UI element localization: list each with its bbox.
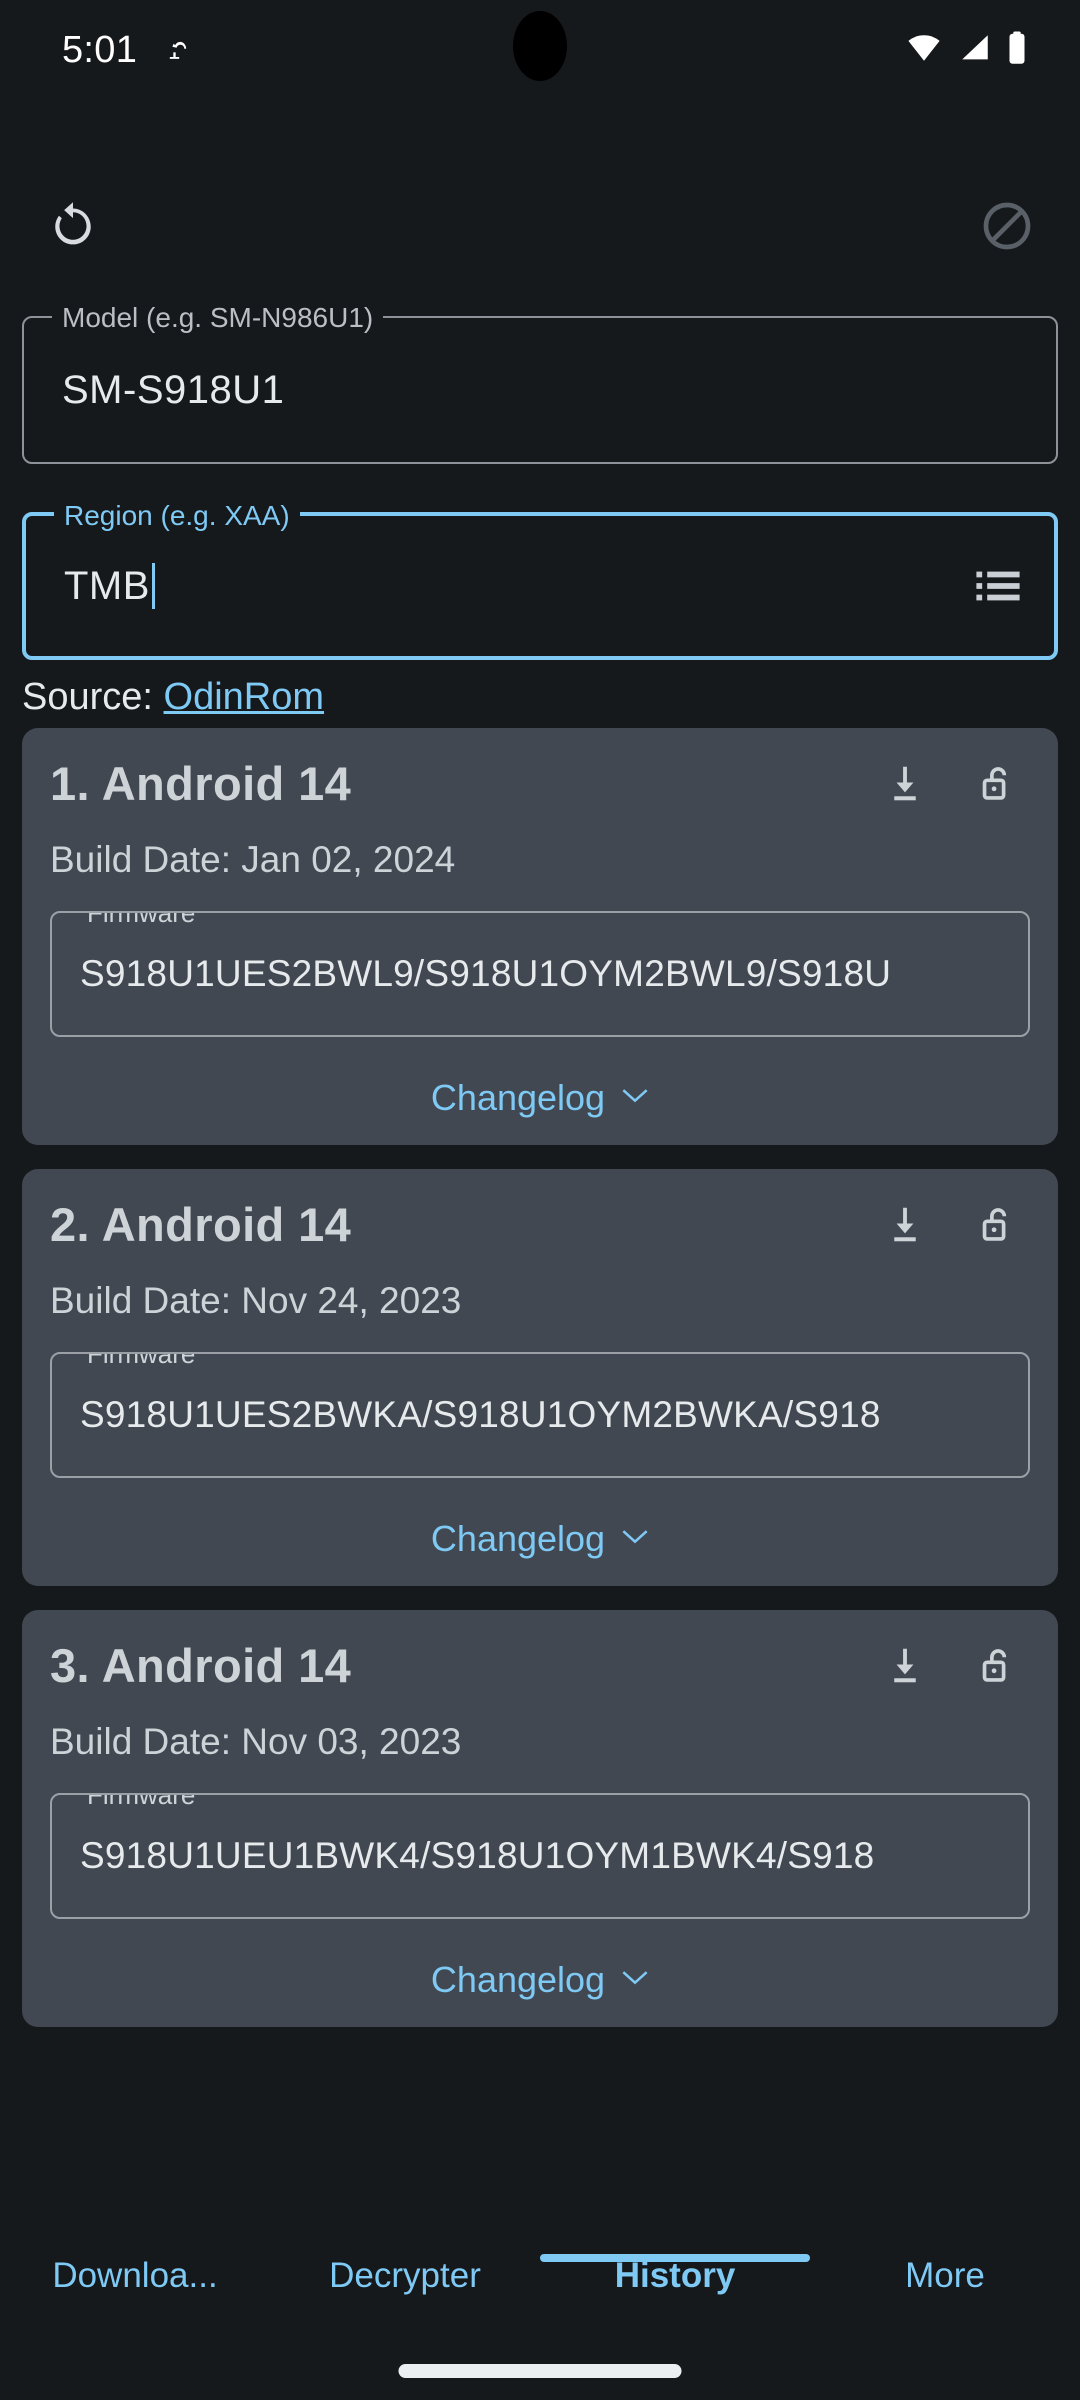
card-title: 3. Android 14: [50, 1639, 352, 1692]
unlock-icon[interactable]: [972, 759, 1022, 809]
card-header: 1. Android 14: [50, 756, 1030, 811]
chevron-down-icon: [621, 1528, 649, 1551]
card-actions: [880, 1641, 1030, 1691]
firmware-card[interactable]: 1. Android 14 Build Date: Jan 02, 2024 F…: [22, 728, 1058, 1145]
tab-label: More: [905, 2256, 985, 2295]
tab-more[interactable]: More: [810, 2228, 1080, 2296]
status-bar-time: 5:01: [62, 28, 138, 71]
firmware-field-label: Firmware: [78, 913, 205, 927]
firmware-field[interactable]: Firmware S918U1UES2BWKA/S918U1OYM2BWKA/S…: [50, 1352, 1030, 1478]
firmware-card-list[interactable]: 1. Android 14 Build Date: Jan 02, 2024 F…: [0, 728, 1080, 2228]
firmware-field[interactable]: Firmware S918U1UES2BWL9/S918U1OYM2BWL9/S…: [50, 911, 1030, 1037]
build-date: Build Date: Nov 03, 2023: [50, 1721, 462, 1762]
download-icon[interactable]: [880, 1200, 930, 1250]
tab-label: History: [614, 2256, 736, 2295]
build-date: Build Date: Jan 02, 2024: [50, 839, 456, 880]
card-actions: [880, 1200, 1030, 1250]
region-field-label: Region (e.g. XAA): [54, 501, 300, 531]
gesture-bar[interactable]: [398, 2364, 682, 2378]
changelog-toggle[interactable]: Changelog: [50, 1077, 1030, 1119]
changelog-toggle[interactable]: Changelog: [50, 1518, 1030, 1560]
tab-indicator: [540, 2254, 810, 2262]
notification-icon: [163, 35, 193, 65]
card-title: 1. Android 14: [50, 757, 352, 810]
model-field[interactable]: Model (e.g. SM-N986U1) SM-S918U1: [22, 303, 1058, 464]
tab-label: Downloa...: [52, 2256, 218, 2295]
wifi-icon: [904, 31, 944, 70]
block-icon[interactable]: [976, 195, 1038, 257]
firmware-field-label: Firmware: [78, 1354, 205, 1368]
tab-history[interactable]: History: [540, 2228, 810, 2296]
unlock-icon[interactable]: [972, 1641, 1022, 1691]
region-field[interactable]: Region (e.g. XAA) TMB: [22, 501, 1058, 660]
card-title: 2. Android 14: [50, 1198, 352, 1251]
status-bar-icons: [904, 30, 1028, 71]
changelog-label: Changelog: [430, 1518, 606, 1559]
tab-decrypter[interactable]: Decrypter: [270, 2228, 540, 2296]
refresh-icon[interactable]: [42, 195, 104, 257]
model-field-value: SM-S918U1: [62, 367, 285, 412]
text-caret: [151, 563, 155, 609]
chevron-down-icon: [621, 1969, 649, 1992]
app-screen: 5:01 Model (e.g. SM-N986U1) SM-S918U1 Re…: [0, 0, 1080, 2400]
firmware-field-value: S918U1UEU1BWK4/S918U1OYM1BWK4/S918: [80, 1835, 875, 1876]
bottom-navigation: Downloa... Decrypter History More: [0, 2228, 1080, 2400]
download-icon[interactable]: [880, 1641, 930, 1691]
list-icon[interactable]: [976, 564, 1020, 608]
model-field-label: Model (e.g. SM-N986U1): [52, 303, 384, 333]
firmware-field-label: Firmware: [78, 1795, 205, 1809]
source-row: Source: OdinRom: [0, 676, 1080, 719]
source-link[interactable]: OdinRom: [164, 676, 325, 718]
firmware-field-value: S918U1UES2BWL9/S918U1OYM2BWL9/S918U: [80, 953, 892, 994]
chevron-down-icon: [621, 1087, 649, 1110]
camera-cutout: [513, 11, 567, 81]
status-bar: 5:01: [0, 0, 1080, 100]
firmware-card[interactable]: 2. Android 14 Build Date: Nov 24, 2023 F…: [22, 1169, 1058, 1586]
tab-downloader[interactable]: Downloa...: [0, 2228, 270, 2296]
download-icon[interactable]: [880, 759, 930, 809]
card-header: 2. Android 14: [50, 1197, 1030, 1252]
firmware-card[interactable]: 3. Android 14 Build Date: Nov 03, 2023 F…: [22, 1610, 1058, 2027]
toolbar: [0, 176, 1080, 276]
card-header: 3. Android 14: [50, 1638, 1030, 1693]
tab-label: Decrypter: [329, 2256, 481, 2295]
firmware-field[interactable]: Firmware S918U1UEU1BWK4/S918U1OYM1BWK4/S…: [50, 1793, 1030, 1919]
cell-signal-icon: [957, 31, 993, 70]
changelog-toggle[interactable]: Changelog: [50, 1959, 1030, 2001]
changelog-label: Changelog: [430, 1959, 606, 2000]
unlock-icon[interactable]: [972, 1200, 1022, 1250]
build-date: Build Date: Nov 24, 2023: [50, 1280, 462, 1321]
region-field-value: TMB: [26, 563, 155, 609]
changelog-label: Changelog: [430, 1077, 606, 1118]
battery-full-icon: [1006, 30, 1028, 71]
firmware-field-value: S918U1UES2BWKA/S918U1OYM2BWKA/S918: [80, 1394, 881, 1435]
card-actions: [880, 759, 1030, 809]
source-label: Source:: [22, 676, 153, 718]
